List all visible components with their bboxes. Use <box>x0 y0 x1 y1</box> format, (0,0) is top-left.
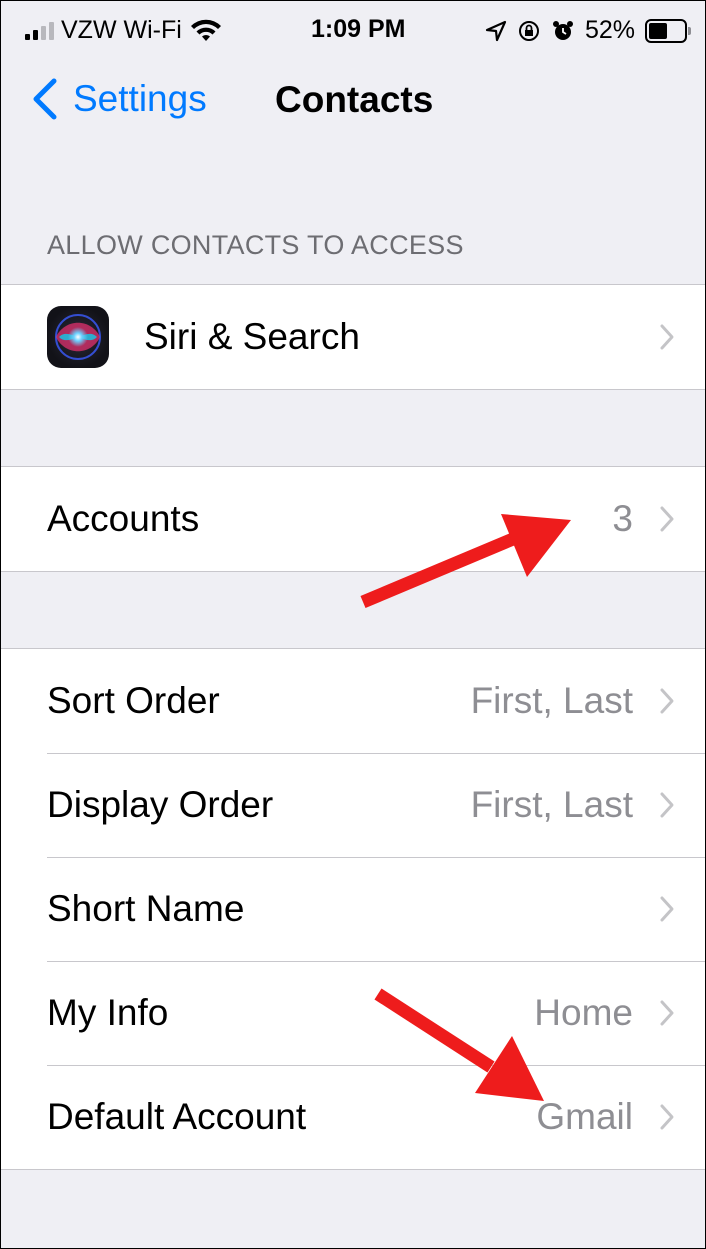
annotation-arrow-default-account <box>374 988 544 1101</box>
annotation-arrow-accounts <box>360 514 571 608</box>
screen: VZW Wi-Fi 1:09 PM 52% Settings Contacts … <box>0 0 706 1249</box>
annotation-arrows <box>360 514 571 1101</box>
